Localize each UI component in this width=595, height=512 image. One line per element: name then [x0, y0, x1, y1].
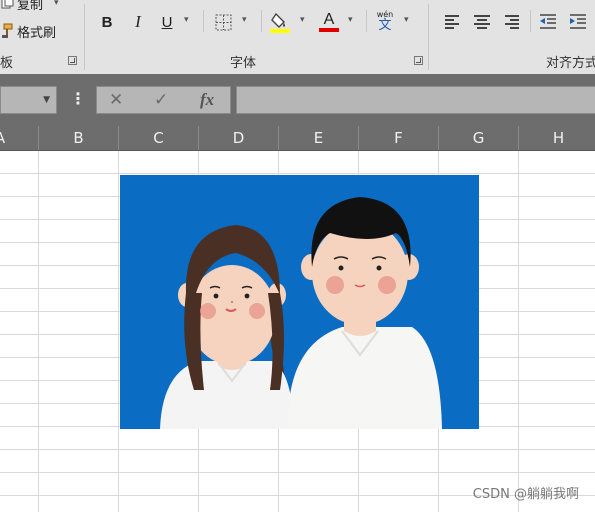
- couple-portrait-image[interactable]: [120, 175, 479, 429]
- font-color-swatch: [319, 28, 339, 32]
- copy-label: 复制: [17, 0, 44, 13]
- increase-indent-button[interactable]: [568, 10, 588, 34]
- italic-button[interactable]: I: [130, 10, 146, 34]
- fill-color-button[interactable]: [268, 10, 292, 34]
- column-header-a[interactable]: A: [0, 126, 40, 150]
- ribbon-small-separator: [366, 10, 367, 32]
- column-header-g[interactable]: G: [439, 126, 518, 150]
- fill-color-dropdown-icon[interactable]: ▾: [300, 15, 305, 25]
- inserted-picture[interactable]: [120, 175, 479, 429]
- insert-function-icon[interactable]: fx: [200, 90, 214, 110]
- font-color-button[interactable]: A: [318, 10, 340, 34]
- align-left-icon[interactable]: [445, 14, 461, 29]
- alignment-group-label: 对齐方式: [546, 56, 595, 71]
- watermark-text: CSDN @躺躺我啊: [472, 487, 579, 502]
- font-dialog-launcher-icon[interactable]: [414, 56, 423, 65]
- format-painter-label: 格式刷: [17, 25, 57, 41]
- font-group-label: 字体: [230, 56, 257, 71]
- column-header-f[interactable]: F: [359, 126, 438, 150]
- clipboard-dialog-launcher-icon[interactable]: [68, 56, 77, 65]
- align-right-icon[interactable]: [503, 14, 519, 29]
- increase-indent-icon: [570, 14, 586, 29]
- ribbon-small-separator: [203, 10, 204, 32]
- column-header-d[interactable]: D: [199, 126, 278, 150]
- name-box[interactable]: ▼: [0, 86, 57, 114]
- borders-button[interactable]: [213, 10, 233, 34]
- formula-buttons: ✕ ✓ fx: [96, 86, 231, 114]
- copy-icon: [1, 0, 14, 9]
- formula-input[interactable]: [236, 86, 595, 114]
- borders-dropdown-icon[interactable]: ▾: [242, 15, 247, 25]
- column-header-c[interactable]: C: [119, 126, 198, 150]
- bold-button[interactable]: B: [99, 10, 115, 34]
- ribbon-separator: [428, 4, 429, 70]
- copy-button[interactable]: 复制 ▾: [0, 0, 59, 13]
- font-color-dropdown-icon[interactable]: ▾: [348, 15, 353, 25]
- format-painter-icon: [2, 23, 13, 38]
- confirm-entry-icon[interactable]: ✓: [154, 90, 168, 110]
- more-options-icon[interactable]: ⋮: [70, 91, 86, 107]
- ribbon-separator: [84, 4, 85, 70]
- column-header-e[interactable]: E: [279, 126, 358, 150]
- ribbon-small-separator: [530, 10, 531, 32]
- underline-dropdown-icon[interactable]: ▾: [184, 15, 189, 25]
- font-color-letter: A: [323, 11, 335, 28]
- underline-button[interactable]: U: [159, 10, 175, 34]
- ribbon-small-separator: [261, 10, 262, 32]
- phonetic-guide-bottom: 文: [378, 17, 392, 33]
- column-header-b[interactable]: B: [39, 126, 118, 150]
- fill-bucket-icon: [270, 12, 290, 33]
- decrease-indent-icon: [540, 14, 556, 29]
- column-header-h[interactable]: H: [519, 126, 595, 150]
- clipboard-group: 复制 ▾ 格式刷 板: [0, 0, 84, 74]
- phonetic-guide-button[interactable]: wén 文: [374, 9, 396, 33]
- format-painter-button[interactable]: 格式刷: [0, 22, 57, 41]
- formula-bar: ▼ ⋮ ✕ ✓ fx: [0, 74, 595, 126]
- copy-dropdown-icon[interactable]: ▾: [54, 0, 59, 8]
- borders-icon: [215, 14, 231, 30]
- fill-color-swatch: [270, 29, 290, 33]
- column-header-row: A B C D E F G H: [0, 126, 595, 151]
- align-center-icon[interactable]: [474, 14, 490, 29]
- name-box-dropdown-icon[interactable]: ▼: [43, 95, 50, 105]
- ribbon: 复制 ▾ 格式刷 板 B I U ▾ ▾ ▾ A ▾ wén 文 ▾ 字体 对齐…: [0, 0, 595, 74]
- decrease-indent-button[interactable]: [538, 10, 558, 34]
- phonetic-guide-dropdown-icon[interactable]: ▾: [404, 15, 409, 25]
- clipboard-group-label: 板: [0, 56, 14, 71]
- cancel-entry-icon[interactable]: ✕: [109, 90, 123, 110]
